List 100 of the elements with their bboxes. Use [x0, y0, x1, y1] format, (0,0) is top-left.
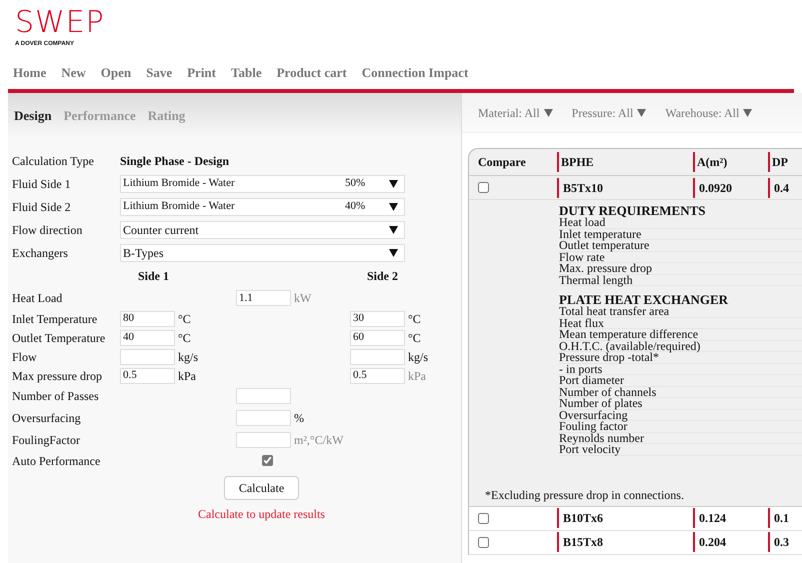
detail-label: Fouling factor	[559, 421, 802, 432]
select-dropdown[interactable]: Counter current	[120, 220, 405, 238]
nav-link[interactable]: Table	[231, 63, 262, 83]
field-label: Max pressure drop	[12, 368, 103, 384]
checkbox[interactable]	[262, 455, 273, 466]
input-field[interactable]	[236, 388, 291, 404]
unit-label: °C	[178, 310, 191, 328]
calculate-button[interactable]: Calculate	[224, 476, 300, 500]
detail-label: Max. pressure drop	[559, 263, 802, 274]
detail-label: Outlet temperature	[559, 240, 802, 252]
detail-label: O.H.T.C. (available/required)	[559, 340, 802, 352]
column-header: BPHE	[561, 154, 594, 171]
column-header: DP	[772, 154, 788, 171]
detail-label: Total heat transfer area	[559, 306, 802, 318]
detail-label: Flow rate	[559, 252, 802, 263]
unit-label: %	[294, 410, 304, 427]
field-label: Inlet Temperature	[12, 310, 98, 328]
field-label: Fluid Side 2	[12, 198, 72, 216]
table-cell-text: 0.1	[774, 510, 789, 527]
column-header: A(m²)	[697, 154, 728, 171]
unit-label: °C	[408, 310, 421, 328]
unit-label: °C	[178, 330, 191, 346]
checkbox[interactable]	[478, 512, 489, 524]
status-message: Calculate to update results	[198, 506, 325, 523]
table-cell-text: 0.0920	[699, 180, 732, 196]
caret-icon	[389, 202, 398, 210]
detail-label: Number of plates	[559, 398, 802, 410]
input-field[interactable]: 1.1	[236, 290, 291, 306]
column-header: Compare	[478, 154, 526, 171]
nav-link[interactable]: Home	[13, 63, 46, 83]
nav-link[interactable]: New	[61, 63, 86, 83]
field-label: Exchangers	[12, 244, 69, 262]
logo-wordmark[interactable]: SWEP	[15, 8, 105, 38]
nav-link[interactable]: Product cart	[276, 63, 347, 83]
field-label: Heat Load	[12, 290, 64, 307]
column-heading: Side 2	[367, 268, 398, 284]
field-label: FoulingFactor	[12, 432, 81, 449]
input-field[interactable]	[236, 410, 291, 426]
input-field[interactable]: 80	[120, 310, 175, 326]
field-label: Outlet Temperature	[12, 330, 106, 346]
detail-label: Oversurfacing	[559, 410, 802, 421]
input-field[interactable]	[236, 432, 291, 448]
select-dropdown[interactable]: Lithium Bromide - Water 50%	[120, 174, 405, 192]
field-label: Oversurfacing	[12, 410, 82, 427]
caret-icon	[544, 108, 553, 116]
caret-icon	[389, 248, 398, 256]
caret-icon	[743, 108, 752, 116]
input-field[interactable]: 0.5	[350, 368, 405, 384]
detail-label: Heat load	[559, 217, 802, 228]
unit-label: m²,°C/kW	[294, 432, 344, 449]
field-label: Auto Performance	[12, 452, 102, 470]
unit-label: kPa	[408, 368, 426, 384]
select-dropdown[interactable]: B-Types	[120, 244, 405, 262]
filter-dropdown[interactable]: Warehouse: All	[665, 104, 752, 122]
unit-label: kg/s	[408, 348, 428, 366]
input-field[interactable]: 0.5	[120, 368, 175, 384]
detail-label: Mean temperature difference	[559, 329, 802, 340]
unit-label: °C	[408, 330, 421, 346]
table-cell-text: 0.3	[774, 534, 789, 551]
detail-label: Thermal length	[559, 274, 802, 286]
detail-label: Pressure drop -total*	[559, 352, 802, 364]
caret-icon	[389, 226, 398, 234]
table-cell-text: B15Tx8	[563, 534, 604, 551]
unit-label: kPa	[178, 368, 196, 384]
detail-label: Number of channels	[559, 386, 802, 398]
detail-label: - in ports	[559, 364, 802, 375]
field-label: Number of Passes	[12, 388, 100, 405]
section-heading: PLATE HEAT EXCHANGER	[559, 293, 730, 306]
nav-link[interactable]: Print	[187, 63, 216, 83]
column-heading: Side 1	[138, 268, 170, 284]
table-cell-text: 0.204	[699, 534, 726, 551]
unit-label: kg/s	[178, 348, 198, 366]
field-label: Flow direction	[12, 222, 84, 238]
nav-link[interactable]: Connection Impact	[362, 63, 468, 83]
filter-dropdown[interactable]: Pressure: All	[572, 104, 646, 122]
detail-label: Inlet temperature	[559, 228, 802, 240]
field-label: Calculation Type	[12, 153, 95, 170]
detail-label: Reynolds number	[559, 432, 802, 444]
input-field[interactable]	[120, 348, 175, 364]
checkbox[interactable]	[478, 182, 489, 193]
table-cell-text: 0.4	[774, 180, 789, 196]
table-cell-text: B10Tx6	[563, 510, 604, 527]
detail-label: Port diameter	[559, 375, 802, 386]
input-field[interactable]	[350, 348, 405, 364]
filter-dropdown[interactable]: Material: All	[478, 104, 553, 122]
field-label: Fluid Side 1	[12, 176, 72, 192]
select-dropdown[interactable]: Lithium Bromide - Water 40%	[120, 198, 405, 216]
calculation-type-value: Single Phase - Design	[120, 153, 230, 170]
input-field[interactable]: 40	[120, 330, 175, 346]
detail-label: Heat flux	[559, 318, 802, 329]
nav-link[interactable]: Open	[100, 63, 132, 83]
caret-icon	[637, 108, 646, 116]
nav-link[interactable]: Save	[146, 63, 172, 83]
checkbox[interactable]	[478, 536, 489, 548]
section-heading: DUTY REQUIREMENTS	[559, 204, 707, 217]
input-field[interactable]: 60	[350, 330, 405, 346]
input-field[interactable]: 30	[350, 310, 405, 326]
design-tab[interactable]: Design	[14, 106, 52, 126]
unit-label: kW	[294, 290, 312, 307]
table-cell-text: 0.124	[699, 510, 726, 527]
